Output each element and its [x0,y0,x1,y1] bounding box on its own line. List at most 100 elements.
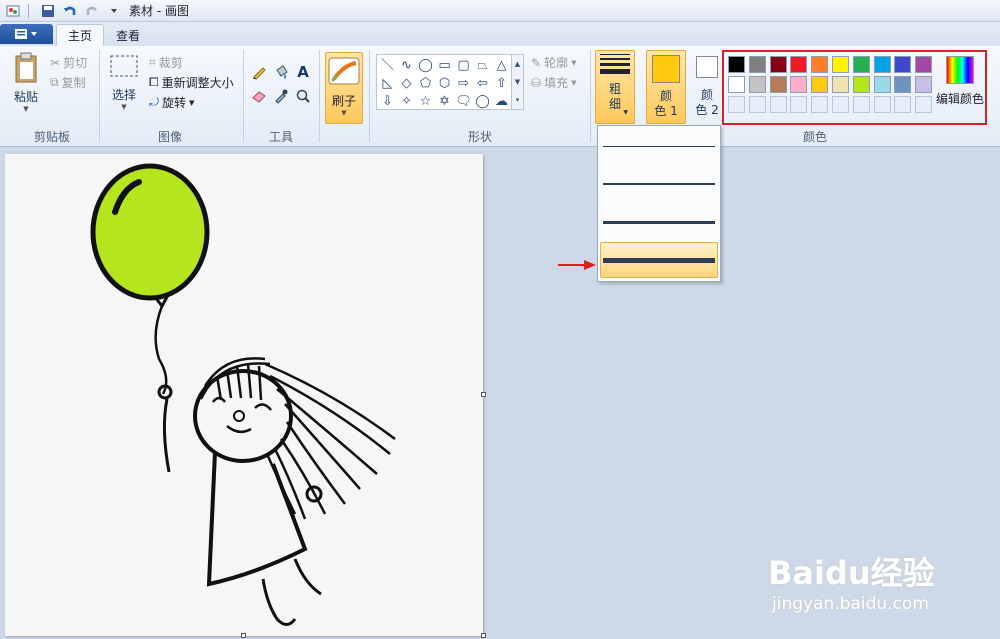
palette-color-swatch[interactable] [748,56,766,73]
palette-color-swatch[interactable] [811,56,829,73]
palette-color-swatch[interactable] [769,76,787,93]
palette-color-swatch[interactable] [728,76,745,93]
palette-color-swatch[interactable] [894,56,912,73]
tab-view[interactable]: 查看 [104,24,152,46]
redo-icon[interactable] [83,2,101,20]
color2-button[interactable]: 颜 色 2 [692,50,722,124]
scroll-down-icon[interactable]: ▼ [515,78,520,86]
fill-shape-button[interactable]: ⛁ 填充 ▼ [531,74,576,91]
shape-option[interactable]: ∿ [397,56,416,74]
scroll-up-icon[interactable]: ▲ [515,60,520,68]
custom-color-slot[interactable] [811,96,829,113]
custom-color-slot[interactable] [915,96,933,113]
shape-option[interactable]: ⬡ [435,74,454,92]
shape-option[interactable]: 🗨 [454,92,473,110]
customize-dropdown-icon[interactable] [105,2,123,20]
palette-color-swatch[interactable] [894,76,912,93]
resize-handle-bottom[interactable] [241,633,246,638]
cut-button[interactable]: ✂ 剪切 [50,54,87,71]
save-icon[interactable] [39,2,57,20]
palette-color-swatch[interactable] [769,56,787,73]
copy-button[interactable]: ⧉ 复制 [50,74,86,91]
palette-color-swatch[interactable] [790,56,808,73]
custom-color-slot[interactable] [748,96,766,113]
resize-handle-right[interactable] [481,392,486,397]
resize-handle-corner[interactable] [481,633,486,638]
paste-button[interactable]: 粘贴 ▼ [8,52,44,113]
color1-label-char1: 颜 [659,89,672,103]
shape-option[interactable]: ⇧ [492,74,511,92]
palette-color-swatch[interactable] [873,76,891,93]
size-option[interactable] [600,166,718,202]
shape-option[interactable]: ▢ [454,56,473,74]
tab-home[interactable]: 主页 [56,24,104,46]
select-button[interactable]: 选择 ▼ [106,54,142,111]
rotate-button[interactable]: ⤾ 旋转 ▼ [149,94,194,111]
palette-color-swatch[interactable] [832,76,849,93]
palette-color-swatch[interactable] [832,56,849,73]
shape-option[interactable]: ⏢ [473,56,492,74]
palette-color-swatch[interactable] [915,56,933,73]
fill-icon[interactable] [271,62,291,82]
resize-button[interactable]: ⧠ 重新调整大小 [149,74,234,91]
shape-option[interactable]: ◇ [397,74,416,92]
eraser-icon[interactable] [249,86,269,106]
custom-color-slot[interactable] [832,96,849,113]
group-separator [243,50,244,142]
size-option[interactable] [600,204,718,240]
watermark-url: jingyan.baidu.com [772,594,929,614]
outline-button[interactable]: ✎ 轮廓 ▼ [531,54,576,71]
shape-option[interactable]: ＼ [378,56,397,74]
pencil-icon[interactable] [249,62,269,82]
custom-color-slot[interactable] [790,96,808,113]
color-picker-icon[interactable] [271,86,291,106]
size-option[interactable] [600,242,718,278]
shape-option[interactable]: ⇦ [473,74,492,92]
brush-button[interactable]: 刷子 ▼ [325,52,363,124]
crop-button[interactable]: ⌗ 裁剪 [149,54,183,71]
custom-color-slot[interactable] [873,96,891,113]
palette-color-swatch[interactable] [811,76,829,93]
watermark-brand: Baidu经验 [768,554,935,592]
size-button[interactable]: 粗 细 ▼ [595,50,635,124]
palette-color-swatch[interactable] [748,76,766,93]
shapes-gallery[interactable]: ＼ ∿ ◯ ▭ ▢ ⏢ △ ◺ ◇ ⬠ ⬡ ⇨ ⇦ ⇧ ⇩ ✧ ☆ ✡ 🗨 ◯ ☁ [376,54,512,110]
shape-option[interactable]: ⇩ [378,92,397,110]
custom-color-slot[interactable] [894,96,912,113]
edit-colors-label[interactable]: 编辑颜色 [936,90,984,107]
file-menu-button[interactable] [0,24,53,44]
custom-color-slot[interactable] [852,96,870,113]
image-group-label: 图像 [157,130,182,144]
palette-color-swatch[interactable] [852,76,870,93]
shapes-scroll[interactable]: ▲ ▼ ▾ [512,54,524,110]
paint-app-icon[interactable] [4,2,22,20]
palette-color-swatch[interactable] [873,56,891,73]
palette-color-swatch[interactable] [728,56,745,73]
shape-option[interactable]: ✡ [435,92,454,110]
custom-color-slot[interactable] [769,96,787,113]
gallery-expand-icon[interactable]: ▾ [516,96,520,104]
magnifier-icon[interactable] [293,86,313,106]
drawing-canvas[interactable] [5,154,483,636]
color1-button[interactable]: 颜 色 1 [646,50,686,124]
shape-option[interactable]: ✧ [397,92,416,110]
resize-label: 重新调整大小 [161,76,234,90]
palette-color-swatch[interactable] [852,56,870,73]
shape-option[interactable]: ☆ [416,92,435,110]
text-icon[interactable]: A [293,62,313,82]
undo-icon[interactable] [61,2,79,20]
shape-option[interactable]: ☁ [492,92,511,110]
palette-color-swatch[interactable] [915,76,933,93]
shape-option[interactable]: ◯ [416,56,435,74]
shape-option[interactable]: ⬠ [416,74,435,92]
palette-color-swatch[interactable] [790,76,808,93]
custom-color-slot[interactable] [728,96,745,113]
shape-option[interactable]: ▭ [435,56,454,74]
crop-icon: ⌗ [149,55,156,69]
size-option[interactable] [600,128,718,164]
shape-option[interactable]: △ [492,56,511,74]
shape-option[interactable]: ◯ [473,92,492,110]
shape-option[interactable]: ◺ [378,74,397,92]
edit-colors-icon[interactable] [946,56,974,84]
shape-option[interactable]: ⇨ [454,74,473,92]
